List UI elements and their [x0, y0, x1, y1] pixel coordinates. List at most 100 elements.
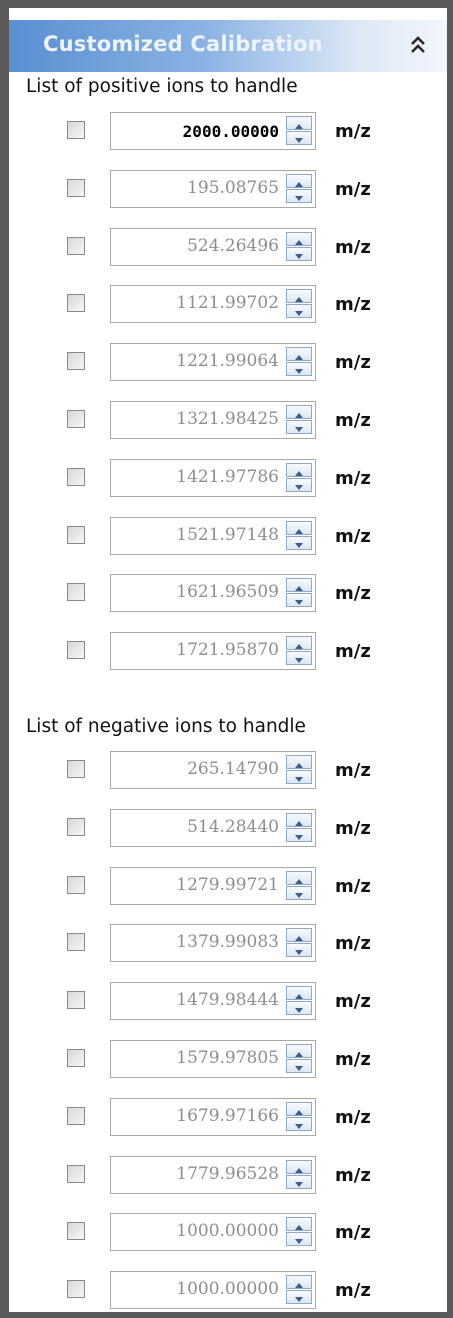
mz-spinbox[interactable]: 524.26496: [110, 227, 316, 266]
arrow-up-icon[interactable]: [286, 347, 312, 362]
ion-checkbox[interactable]: [67, 121, 85, 139]
arrow-down-icon[interactable]: [286, 1290, 312, 1305]
ion-checkbox[interactable]: [67, 236, 85, 255]
arrow-up-icon[interactable]: [286, 928, 312, 943]
arrow-up-icon[interactable]: [286, 289, 312, 304]
ion-checkbox[interactable]: [67, 467, 85, 486]
arrow-up-icon[interactable]: [286, 755, 312, 769]
mz-value[interactable]: 1721.95870: [176, 640, 279, 660]
mz-spinbox[interactable]: 1121.99702: [110, 285, 316, 324]
mz-value[interactable]: 1121.99702: [176, 293, 279, 313]
ion-checkbox[interactable]: [67, 583, 85, 602]
mz-spinbox[interactable]: 1679.97166: [110, 1097, 316, 1136]
arrow-up-icon[interactable]: [286, 578, 312, 593]
panel-header[interactable]: Customized Calibration: [9, 20, 447, 72]
mz-spinbox[interactable]: 1621.96509: [110, 574, 316, 613]
mz-spinbox[interactable]: 1379.99083: [110, 924, 316, 963]
arrow-up-icon[interactable]: [286, 116, 312, 130]
ion-checkbox[interactable]: [67, 875, 85, 894]
mz-spinbox[interactable]: 1221.99064: [110, 343, 316, 382]
mz-value[interactable]: 1779.96528: [176, 1164, 279, 1184]
arrow-up-icon[interactable]: [286, 870, 312, 885]
ion-checkbox[interactable]: [67, 991, 85, 1010]
mz-value[interactable]: 1379.99083: [176, 932, 279, 952]
arrow-down-icon[interactable]: [286, 885, 312, 900]
ion-checkbox[interactable]: [67, 817, 85, 836]
mz-spinbox[interactable]: 1521.97148: [110, 516, 316, 555]
mz-spinbox[interactable]: 1779.96528: [110, 1155, 316, 1194]
arrow-up-icon[interactable]: [286, 173, 312, 188]
mz-spinbox[interactable]: 1579.97805: [110, 1040, 316, 1078]
mz-value[interactable]: 1421.97786: [176, 467, 279, 487]
ion-checkbox[interactable]: [67, 352, 85, 371]
mz-spinbox[interactable]: 195.08765: [110, 169, 316, 208]
arrow-down-icon[interactable]: [286, 593, 312, 608]
arrow-down-icon[interactable]: [286, 1232, 312, 1247]
mz-spinbox[interactable]: 1421.97786: [110, 458, 316, 497]
arrow-up-icon[interactable]: [286, 520, 312, 535]
arrow-down-icon[interactable]: [286, 246, 312, 261]
arrow-down-icon[interactable]: [286, 651, 312, 666]
mz-spinbox[interactable]: 1479.98444: [110, 982, 316, 1021]
arrow-down-icon[interactable]: [286, 188, 312, 203]
arrow-up-icon[interactable]: [286, 1044, 312, 1058]
mz-value[interactable]: 1279.99721: [176, 875, 279, 895]
mz-value[interactable]: 1000.00000: [176, 1221, 279, 1241]
arrow-down-icon[interactable]: [286, 304, 312, 319]
arrow-up-icon[interactable]: [286, 986, 312, 1001]
mz-spinbox[interactable]: 1000.00000: [110, 1271, 316, 1310]
arrow-up-icon[interactable]: [286, 231, 312, 246]
arrow-down-icon[interactable]: [286, 1001, 312, 1016]
arrow-up-icon[interactable]: [286, 636, 312, 651]
arrow-down-icon[interactable]: [286, 770, 312, 784]
mz-value[interactable]: 2000.00000: [183, 122, 279, 141]
ion-checkbox[interactable]: [67, 1164, 85, 1183]
mz-spinbox[interactable]: 1279.99721: [110, 866, 316, 905]
arrow-up-icon[interactable]: [286, 1159, 312, 1174]
mz-value[interactable]: 1579.97805: [176, 1048, 279, 1068]
arrow-up-icon[interactable]: [286, 1275, 312, 1290]
ion-checkbox[interactable]: [67, 1280, 85, 1299]
arrow-down-icon[interactable]: [286, 1174, 312, 1189]
arrow-down-icon[interactable]: [286, 827, 312, 842]
ion-checkbox[interactable]: [67, 410, 85, 428]
mz-spinbox[interactable]: 1321.98425: [110, 401, 316, 439]
ion-checkbox[interactable]: [67, 1106, 85, 1125]
ion-checkbox[interactable]: [67, 1049, 85, 1067]
ion-checkbox[interactable]: [67, 933, 85, 952]
mz-value[interactable]: 1679.97166: [176, 1106, 279, 1126]
arrow-up-icon[interactable]: [286, 462, 312, 477]
mz-value[interactable]: 1479.98444: [176, 990, 279, 1010]
arrow-down-icon[interactable]: [286, 362, 312, 377]
arrow-down-icon[interactable]: [286, 1116, 312, 1131]
arrow-down-icon[interactable]: [286, 420, 312, 434]
ion-checkbox[interactable]: [67, 760, 85, 778]
mz-spinbox[interactable]: 2000.00000: [110, 112, 316, 150]
ion-checkbox[interactable]: [67, 294, 85, 313]
arrow-up-icon[interactable]: [286, 812, 312, 827]
mz-value[interactable]: 195.08765: [187, 178, 279, 198]
ion-checkbox[interactable]: [67, 641, 85, 660]
arrow-down-icon[interactable]: [286, 1059, 312, 1073]
mz-spinbox[interactable]: 514.28440: [110, 808, 316, 847]
arrow-up-icon[interactable]: [286, 1217, 312, 1232]
mz-value[interactable]: 1321.98425: [176, 409, 279, 429]
mz-spinbox[interactable]: 1721.95870: [110, 632, 316, 671]
arrow-down-icon[interactable]: [286, 477, 312, 492]
mz-value[interactable]: 265.14790: [187, 759, 279, 779]
arrow-down-icon[interactable]: [286, 943, 312, 958]
ion-checkbox[interactable]: [67, 525, 85, 544]
arrow-up-icon[interactable]: [286, 405, 312, 419]
mz-spinbox[interactable]: 1000.00000: [110, 1213, 316, 1252]
arrow-down-icon[interactable]: [286, 131, 312, 145]
mz-value[interactable]: 514.28440: [187, 817, 279, 837]
double-chevron-up-icon[interactable]: [403, 30, 433, 60]
ion-checkbox[interactable]: [67, 1222, 85, 1241]
mz-value[interactable]: 1221.99064: [176, 351, 279, 371]
mz-spinbox[interactable]: 265.14790: [110, 751, 316, 789]
mz-value[interactable]: 524.26496: [187, 236, 279, 256]
mz-value[interactable]: 1521.97148: [176, 525, 279, 545]
ion-checkbox[interactable]: [67, 178, 85, 197]
mz-value[interactable]: 1621.96509: [176, 582, 279, 602]
mz-value[interactable]: 1000.00000: [176, 1279, 279, 1299]
